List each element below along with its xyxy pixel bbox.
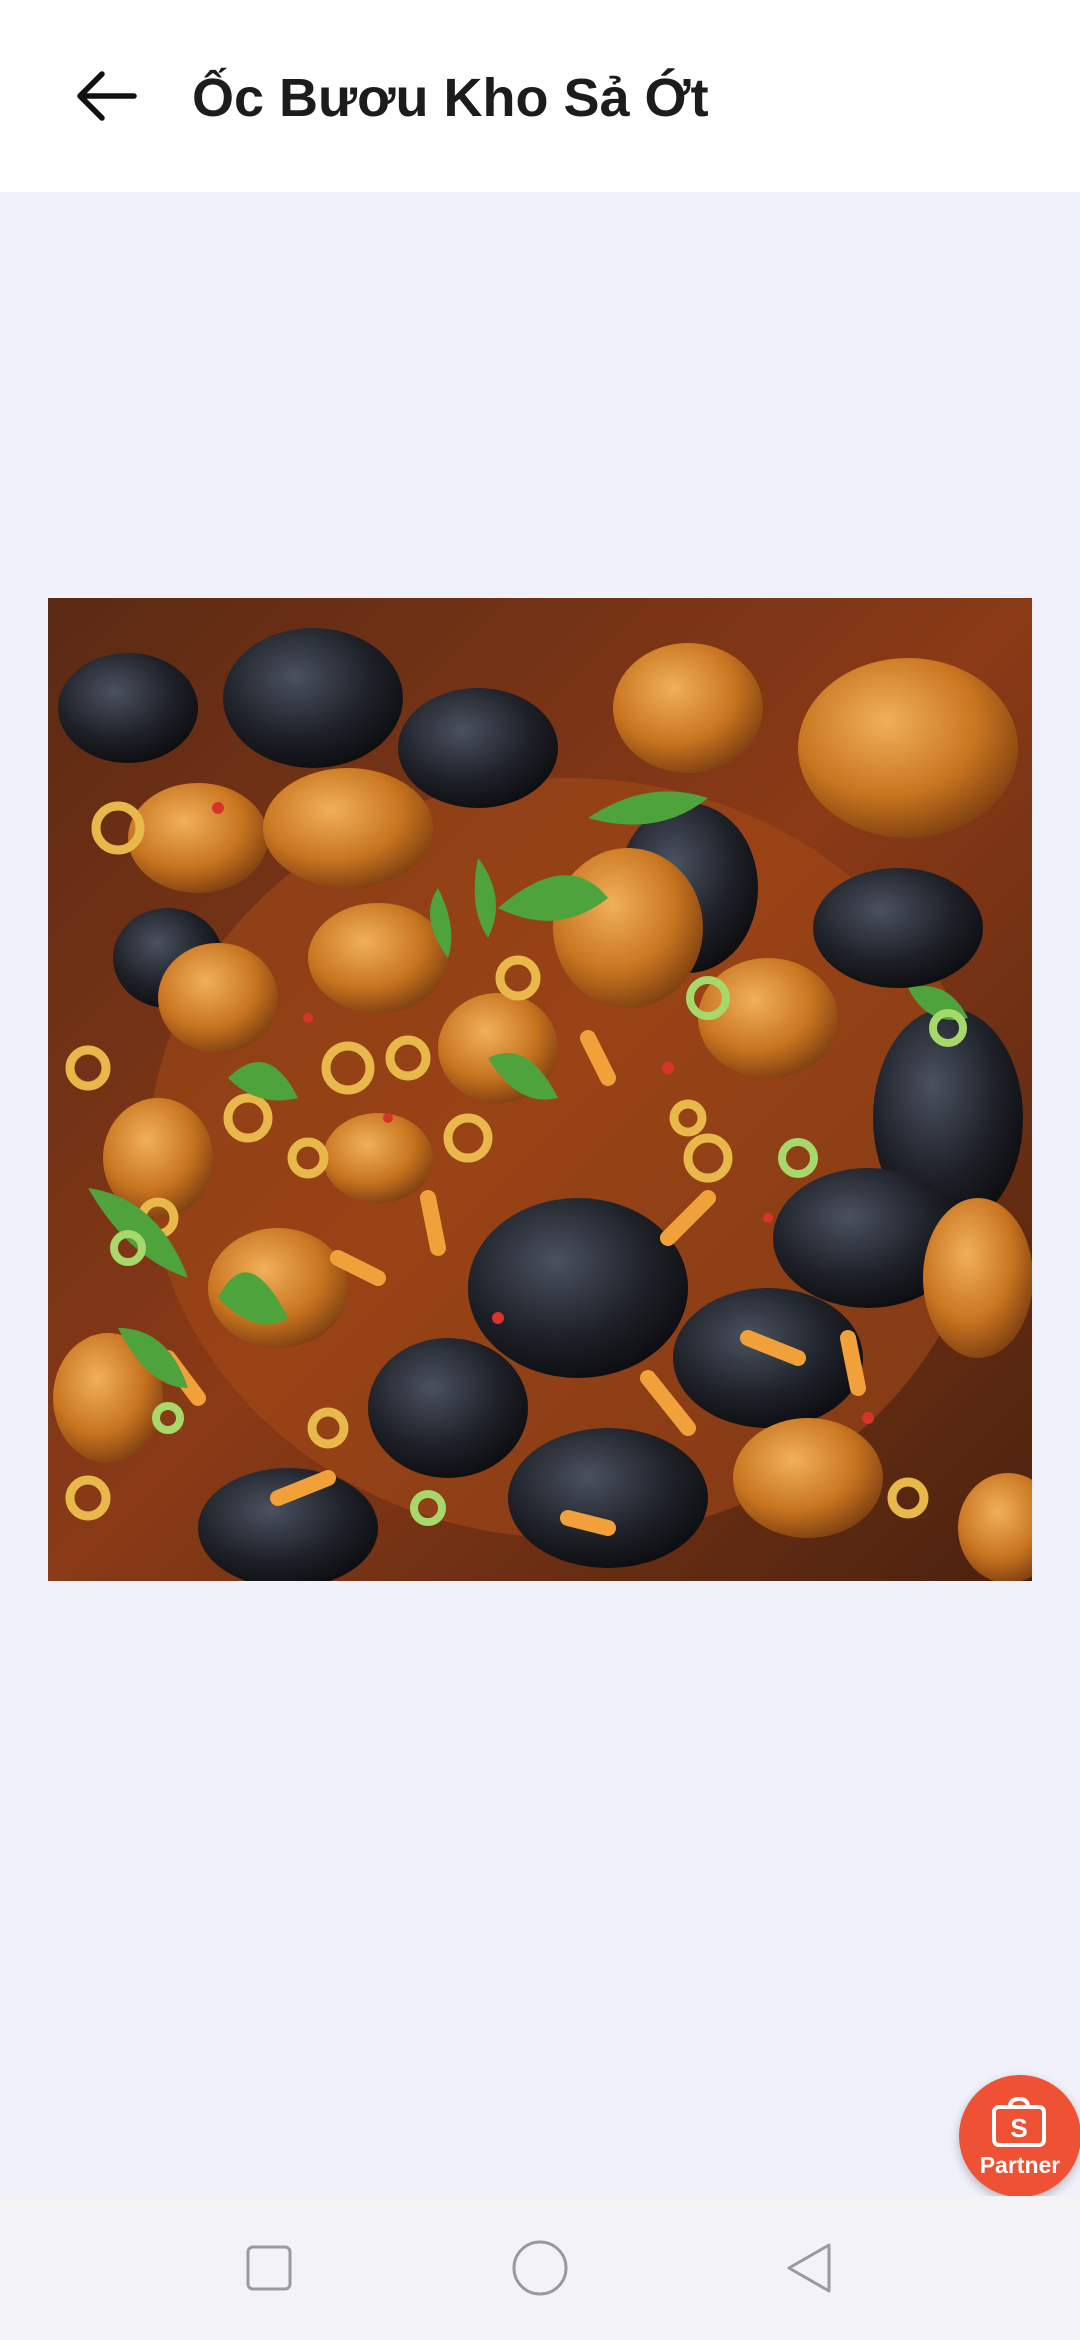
home-button[interactable] — [470, 2196, 610, 2340]
system-back-button[interactable] — [740, 2196, 880, 2340]
arrow-left-icon — [77, 71, 137, 121]
circle-icon — [512, 2240, 568, 2296]
svg-text:S: S — [1010, 2113, 1027, 2143]
app-bar: Ốc Bươu Kho Sả Ớt — [0, 0, 1080, 192]
partner-fab[interactable]: S Partner — [959, 2075, 1080, 2197]
page-title: Ốc Bươu Kho Sả Ớt — [192, 68, 709, 128]
square-icon — [246, 2245, 292, 2291]
recents-button[interactable] — [199, 2196, 339, 2340]
dish-photo-illustration — [48, 598, 1032, 1581]
shopping-bag-s-icon: S — [992, 2097, 1046, 2147]
back-button[interactable] — [52, 46, 162, 146]
system-nav-bar — [0, 2196, 1080, 2340]
content-area — [0, 192, 1080, 2196]
partner-label: Partner — [979, 2152, 1061, 2178]
dish-photo[interactable] — [48, 598, 1032, 1581]
triangle-back-icon — [787, 2243, 831, 2293]
